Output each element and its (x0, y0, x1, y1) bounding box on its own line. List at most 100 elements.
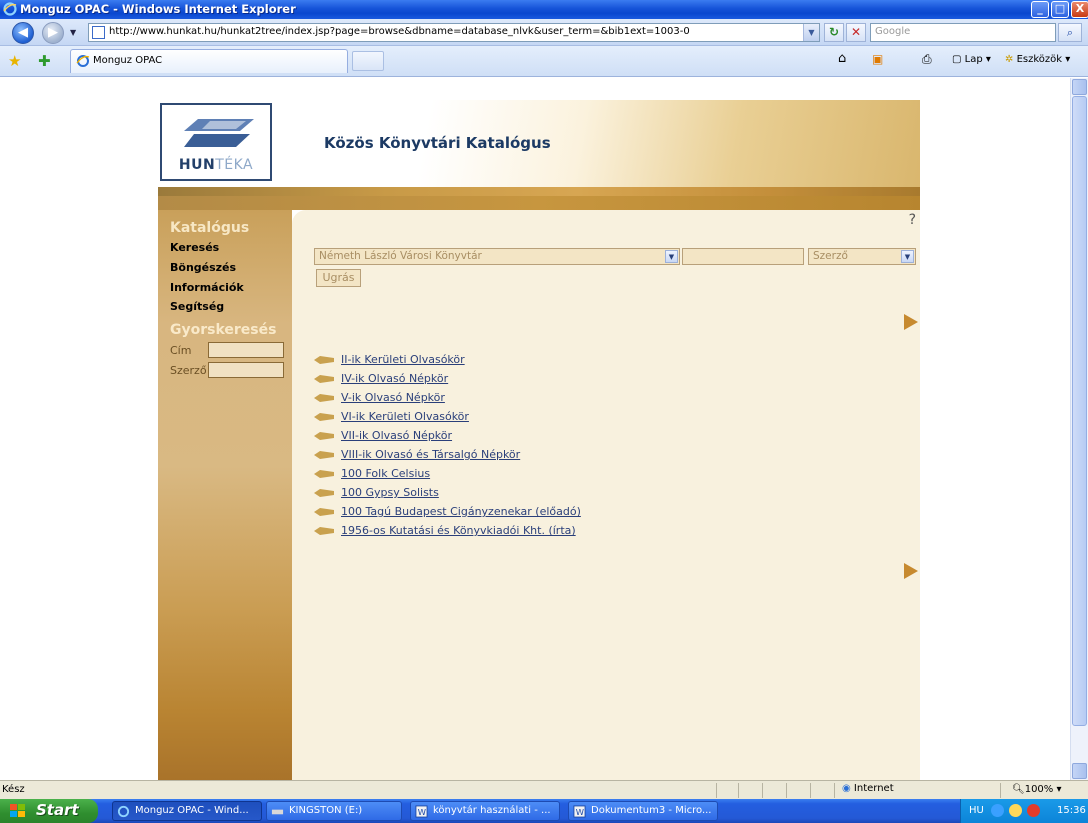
logo-shape-icon (184, 119, 254, 147)
taskbar-item-label: könyvtár használati - ... (433, 805, 551, 816)
sidebar: Katalógus Keresés Böngészés Információk … (158, 210, 292, 780)
entry-link[interactable]: II-ik Kerületi Olvasókör (341, 353, 465, 366)
entry-link[interactable]: 100 Gypsy Solists (341, 486, 439, 499)
zoom-level[interactable]: 🔍︎100% ▾ (1012, 784, 1062, 795)
clock: 15:36 (1057, 805, 1086, 816)
hunteka-page: HUNTÉKA Közös Könyvtári Katalógus Kataló… (158, 100, 920, 780)
window-titlebar[interactable]: Monguz OPAC - Windows Internet Explorer … (0, 0, 1088, 19)
scroll-thumb[interactable] (1072, 96, 1087, 726)
main-panel: ? Németh László Városi Könyvtár ▼ Szerző… (292, 210, 920, 780)
page-menu[interactable]: ▢ Lap ▾ (952, 54, 991, 65)
entry-link[interactable]: 100 Folk Celsius (341, 467, 430, 480)
pen-icon (314, 451, 334, 459)
search-input[interactable]: Google (870, 23, 1056, 42)
taskbar-item-word1[interactable]: W könyvtár használati - ... (410, 801, 560, 821)
sidebar-item-bongeszes[interactable]: Böngészés (170, 261, 236, 274)
home-icon[interactable]: ⌂ (838, 51, 846, 66)
internet-explorer-icon (3, 2, 17, 16)
security-zone[interactable]: ◉ Internet (842, 783, 894, 794)
taskbar-item-label: KINGSTON (E:) (289, 805, 363, 816)
status-divider (716, 783, 717, 798)
entry-link[interactable]: 1956-os Kutatási és Könyvkiadói Kht. (ír… (341, 524, 576, 537)
search-term-input[interactable] (682, 248, 804, 265)
quicksearch-author-input[interactable] (208, 362, 284, 378)
entry-link[interactable]: IV-ik Olvasó Népkör (341, 372, 448, 385)
svg-text:W: W (418, 807, 426, 817)
chevron-down-icon[interactable]: ▼ (665, 250, 678, 263)
taskbar-item-label: Dokumentum3 - Micro... (591, 805, 712, 816)
taskbar-item-drive[interactable]: KINGSTON (E:) (266, 801, 402, 821)
next-page-arrow-icon[interactable] (904, 563, 918, 579)
page-menu-label: Lap (964, 54, 983, 65)
scroll-up-button[interactable] (1072, 79, 1087, 95)
chevron-down-icon[interactable]: ▼ (901, 250, 914, 263)
library-select-value: Németh László Városi Könyvtár (319, 250, 482, 262)
pen-icon (314, 394, 334, 402)
sidebar-item-kereses[interactable]: Keresés (170, 241, 219, 254)
print-icon[interactable]: ⎙ (922, 52, 932, 67)
start-button[interactable]: Start (0, 799, 98, 823)
tools-menu-label: Eszközök (1016, 54, 1063, 65)
usb-drive-icon (271, 809, 284, 815)
status-divider (738, 783, 739, 798)
tab-toolbar: ★ ✚ Monguz OPAC ⌂ ▣ ⎙ ▢ Lap ▾ ✲ Eszközök… (0, 46, 1088, 77)
pen-icon (314, 356, 334, 364)
status-divider (786, 783, 787, 798)
entry-link[interactable]: V-ik Olvasó Népkör (341, 391, 445, 404)
status-divider (1000, 783, 1001, 798)
zoom-value: 100% (1024, 784, 1054, 795)
language-indicator[interactable]: HU (969, 805, 984, 816)
close-button[interactable]: X (1071, 1, 1088, 18)
sidebar-item-segitseg[interactable]: Segítség (170, 300, 224, 313)
tab-monguz-opac[interactable]: Monguz OPAC (70, 49, 348, 73)
scroll-down-button[interactable] (1072, 763, 1087, 779)
library-select[interactable]: Németh László Városi Könyvtár ▼ (314, 248, 680, 265)
favorites-star-icon[interactable]: ★ (8, 52, 21, 70)
refresh-button[interactable]: ↻ (824, 23, 844, 42)
field-select-value: Szerző (813, 250, 848, 262)
new-tab-button[interactable] (352, 51, 384, 71)
entry-link[interactable]: VII-ik Olvasó Népkör (341, 429, 452, 442)
taskbar-item-word2[interactable]: W Dokumentum3 - Micro... (568, 801, 718, 821)
pen-icon (314, 508, 334, 516)
address-field[interactable]: http://www.hunkat.hu/hunkat2tree/index.j… (88, 23, 820, 42)
search-icon[interactable]: ⌕ (1058, 23, 1082, 42)
entry-link[interactable]: VIII-ik Olvasó és Társalgó Népkör (341, 448, 520, 461)
minimize-button[interactable]: _ (1031, 1, 1049, 18)
volume-icon[interactable] (1009, 804, 1022, 817)
internet-explorer-icon (117, 805, 130, 818)
security-alert-icon[interactable] (1027, 804, 1040, 817)
tools-menu[interactable]: ✲ Eszközök ▾ (1005, 54, 1070, 65)
jump-button[interactable]: Ugrás (316, 269, 361, 287)
entry-link[interactable]: VI-ik Kerületi Olvasókör (341, 410, 469, 423)
header-band-lower (158, 196, 920, 210)
maximize-button[interactable]: □ (1051, 1, 1069, 18)
tab-label: Monguz OPAC (93, 55, 163, 66)
start-label: Start (36, 801, 79, 819)
field-select[interactable]: Szerző ▼ (808, 248, 916, 265)
logo-text: HUNTÉKA (162, 157, 270, 173)
vertical-scrollbar[interactable] (1070, 78, 1088, 780)
taskbar-item-ie[interactable]: Monguz OPAC - Wind... (112, 801, 262, 821)
chevron-down-icon[interactable]: ▼ (803, 24, 819, 41)
pen-icon (314, 413, 334, 421)
help-button[interactable]: ? (909, 212, 916, 228)
network-icon[interactable] (991, 804, 1004, 817)
page-header: HUNTÉKA Közös Könyvtári Katalógus (158, 100, 920, 210)
taskbar: Start Monguz OPAC - Wind... KINGSTON (E:… (0, 799, 1088, 823)
quicksearch-title-input[interactable] (208, 342, 284, 358)
stop-button[interactable]: ✕ (846, 23, 866, 42)
forward-button[interactable]: ▶ (42, 22, 64, 44)
sidebar-item-informaciok[interactable]: Információk (170, 281, 244, 294)
hunteka-logo[interactable]: HUNTÉKA (160, 103, 272, 181)
page-icon (92, 26, 105, 39)
add-favorite-icon[interactable]: ✚ (38, 52, 51, 70)
taskbar-item-label: Monguz OPAC - Wind... (135, 805, 249, 816)
history-dropdown-icon[interactable]: ▼ (70, 28, 76, 37)
entry-link[interactable]: 100 Tagú Budapest Cigányzenekar (előadó) (341, 505, 581, 518)
word-document-icon: W (573, 805, 586, 818)
rss-feed-icon[interactable]: ▣ (872, 52, 883, 66)
back-button[interactable]: ◀ (12, 22, 34, 44)
address-toolbar: ◀ ▶ ▼ http://www.hunkat.hu/hunkat2tree/i… (0, 19, 1088, 46)
next-page-arrow-icon[interactable] (904, 314, 918, 330)
